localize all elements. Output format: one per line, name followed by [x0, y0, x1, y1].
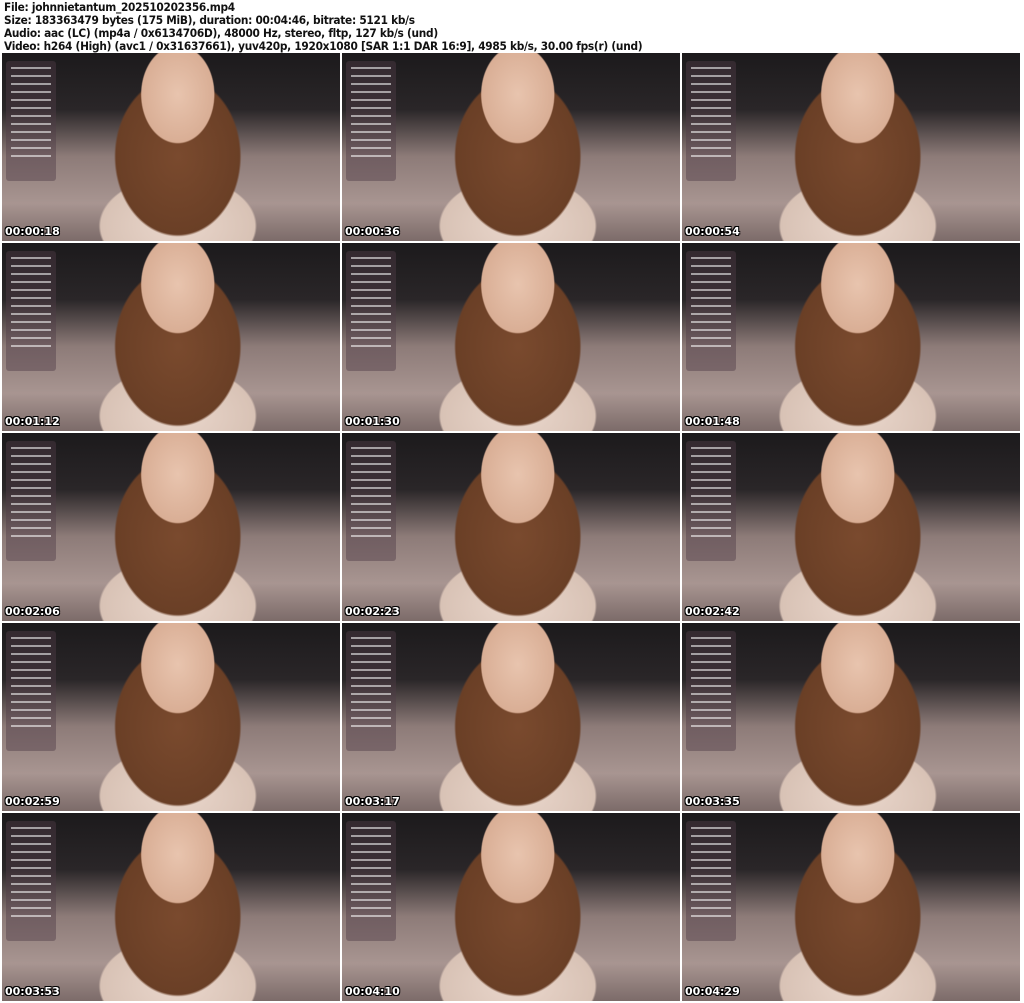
overlay-panel: [6, 251, 56, 371]
thumbnail-timestamp: 00:01:12: [5, 415, 60, 428]
overlay-panel: [6, 821, 56, 941]
video-thumbnail: 00:01:30: [342, 243, 680, 431]
overlay-panel: [686, 61, 736, 181]
thumbnail-timestamp: 00:03:35: [685, 795, 740, 808]
thumbnail-timestamp: 00:03:53: [5, 985, 60, 998]
video-thumbnail: 00:00:18: [2, 53, 340, 241]
thumbnail-timestamp: 00:01:48: [685, 415, 740, 428]
thumbnail-timestamp: 00:03:17: [345, 795, 400, 808]
video-thumbnail: 00:02:42: [682, 433, 1020, 621]
overlay-panel: [346, 61, 396, 181]
overlay-panel: [6, 61, 56, 181]
video-thumbnail: 00:00:36: [342, 53, 680, 241]
video-thumbnail: 00:03:17: [342, 623, 680, 811]
thumbnail-timestamp: 00:04:29: [685, 985, 740, 998]
overlay-panel: [686, 631, 736, 751]
video-thumbnail: 00:04:10: [342, 813, 680, 1001]
video-thumbnail: 00:03:53: [2, 813, 340, 1001]
file-info-header: File: johnnietantum_202510202356.mp4 Siz…: [4, 1, 643, 53]
overlay-panel: [686, 251, 736, 371]
thumbnail-grid: 00:00:18 00:00:36 00:00:54 00:01:12 00:01:30…: [2, 53, 1020, 1001]
overlay-panel: [346, 441, 396, 561]
thumbnail-timestamp: 00:04:10: [345, 985, 400, 998]
overlay-panel: [6, 441, 56, 561]
overlay-panel: [346, 631, 396, 751]
video-info: Video: h264 (High) (avc1 / 0x31637661), …: [4, 39, 643, 53]
thumbnail-timestamp: 00:02:42: [685, 605, 740, 618]
video-thumbnail: 00:02:06: [2, 433, 340, 621]
overlay-panel: [686, 441, 736, 561]
thumbnail-timestamp: 00:02:23: [345, 605, 400, 618]
video-thumbnail: 00:01:12: [2, 243, 340, 431]
overlay-panel: [6, 631, 56, 751]
video-thumbnail: 00:02:59: [2, 623, 340, 811]
video-thumbnail: 00:04:29: [682, 813, 1020, 1001]
thumbnail-timestamp: 00:01:30: [345, 415, 400, 428]
overlay-panel: [346, 251, 396, 371]
overlay-panel: [686, 821, 736, 941]
overlay-panel: [346, 821, 396, 941]
video-thumbnail: 00:03:35: [682, 623, 1020, 811]
video-thumbnail: 00:00:54: [682, 53, 1020, 241]
video-thumbnail: 00:01:48: [682, 243, 1020, 431]
thumbnail-timestamp: 00:02:06: [5, 605, 60, 618]
thumbnail-timestamp: 00:02:59: [5, 795, 60, 808]
thumbnail-timestamp: 00:00:54: [685, 225, 740, 238]
thumbnail-timestamp: 00:00:36: [345, 225, 400, 238]
video-thumbnail: 00:02:23: [342, 433, 680, 621]
thumbnail-timestamp: 00:00:18: [5, 225, 60, 238]
